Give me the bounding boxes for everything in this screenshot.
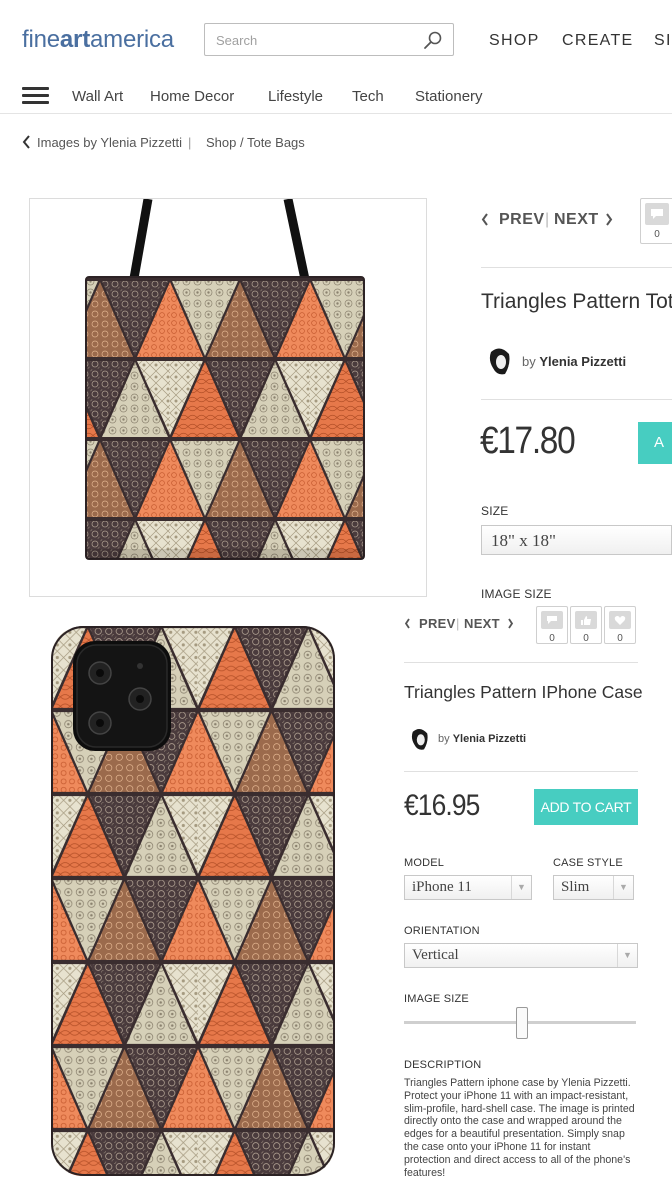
logo-part-america: america: [90, 26, 174, 53]
category-wall-art[interactable]: Wall Art: [72, 88, 123, 105]
chevron-left-icon[interactable]: [22, 135, 31, 149]
description-label: DESCRIPTION: [404, 1059, 482, 1071]
breadcrumb-back-link[interactable]: Images by Ylenia Pizzetti: [37, 135, 182, 150]
tote-price: €17.80: [480, 420, 576, 462]
tote-next-link[interactable]: NEXT: [554, 211, 599, 229]
tote-comment-button[interactable]: 0: [640, 198, 672, 244]
chevron-down-icon: ▼: [613, 876, 633, 899]
case-by-label: by: [438, 733, 450, 745]
case-artist-avatar[interactable]: [408, 727, 432, 751]
model-label: MODEL: [404, 857, 445, 869]
case-style-value: Slim: [561, 879, 590, 895]
case-artist-name[interactable]: Ylenia Pizzetti: [453, 733, 526, 745]
search-icon[interactable]: [423, 30, 443, 50]
comment-icon: [645, 203, 669, 225]
heart-icon: [609, 611, 631, 629]
breadcrumb-path[interactable]: Shop / Tote Bags: [206, 135, 305, 150]
tote-artist-name[interactable]: Ylenia Pizzetti: [539, 354, 626, 369]
category-lifestyle[interactable]: Lifestyle: [268, 88, 323, 105]
case-divider-mid: [404, 771, 638, 772]
description-text: Triangles Pattern iphone case by Ylenia …: [404, 1077, 635, 1179]
tote-by-label: by: [522, 354, 536, 369]
model-select[interactable]: iPhone 11 ▼: [404, 875, 532, 900]
tote-comment-count: 0: [654, 229, 660, 240]
orientation-select[interactable]: Vertical ▼: [404, 943, 638, 968]
tote-add-to-cart-button[interactable]: A: [638, 422, 672, 464]
case-comment-count: 0: [549, 633, 555, 644]
case-like-count: 0: [583, 633, 589, 644]
nav-shop[interactable]: SHOP: [489, 32, 540, 50]
tote-artist-byline[interactable]: by Ylenia Pizzetti: [522, 354, 626, 369]
tote-divider-mid: [481, 399, 672, 400]
case-title: Triangles Pattern IPhone Case: [404, 682, 643, 702]
thumbs-up-icon: [575, 611, 597, 629]
category-tech[interactable]: Tech: [352, 88, 384, 105]
tote-image-size-label: IMAGE SIZE: [481, 587, 552, 601]
tote-prev-next-separator: |: [545, 211, 550, 228]
orientation-label: ORIENTATION: [404, 925, 480, 937]
model-value: iPhone 11: [412, 879, 472, 895]
logo-part-art: art: [59, 26, 90, 53]
case-next-link[interactable]: NEXT: [464, 616, 500, 631]
category-stationery[interactable]: Stationery: [415, 88, 483, 105]
chevron-down-icon: ▼: [617, 944, 637, 967]
case-divider-top: [404, 662, 638, 663]
orientation-value: Vertical: [412, 947, 459, 963]
phone-case-image[interactable]: [51, 626, 335, 1176]
tote-bag-image: [85, 198, 365, 560]
case-artist-byline[interactable]: by Ylenia Pizzetti: [438, 733, 526, 745]
nav-sign-in[interactable]: SI: [654, 32, 672, 50]
tote-image-frame[interactable]: [29, 198, 427, 597]
header-divider: [0, 113, 672, 114]
artist-avatar[interactable]: [485, 346, 515, 376]
case-prev-chevron-icon[interactable]: [404, 618, 411, 629]
tote-prev-link[interactable]: PREV: [499, 211, 545, 229]
comment-icon: [541, 611, 563, 629]
case-favorite-count: 0: [617, 633, 623, 644]
case-prev-next-separator: |: [456, 616, 460, 631]
chevron-down-icon: ▼: [511, 876, 531, 899]
search-placeholder: Search: [216, 33, 258, 48]
tote-size-value: 18" x 18": [491, 531, 556, 550]
case-image-size-label: IMAGE SIZE: [404, 993, 469, 1005]
case-add-to-cart-button[interactable]: ADD TO CART: [534, 789, 638, 825]
tote-divider-top: [481, 267, 672, 268]
logo-part-fine: fine: [22, 26, 60, 53]
case-favorite-button[interactable]: 0: [604, 606, 636, 644]
case-next-chevron-icon[interactable]: [507, 618, 514, 629]
case-prev-link[interactable]: PREV: [419, 616, 456, 631]
case-price: €16.95: [404, 789, 480, 822]
case-style-select[interactable]: Slim ▼: [553, 875, 634, 900]
category-home-decor[interactable]: Home Decor: [150, 88, 234, 105]
case-style-label: CASE STYLE: [553, 857, 623, 869]
tote-title: Triangles Pattern Tote: [481, 290, 672, 313]
search-input[interactable]: Search: [204, 23, 454, 56]
tote-size-label: SIZE: [481, 504, 509, 518]
nav-create[interactable]: CREATE: [562, 32, 634, 50]
tote-prev-chevron-icon[interactable]: [481, 213, 489, 226]
image-size-slider-thumb[interactable]: [516, 1007, 528, 1039]
site-logo[interactable]: fineartamerica: [22, 26, 174, 54]
case-comment-button[interactable]: 0: [536, 606, 568, 644]
menu-icon[interactable]: [22, 87, 49, 108]
breadcrumb-separator: |: [188, 135, 192, 150]
case-like-button[interactable]: 0: [570, 606, 602, 644]
tote-next-chevron-icon[interactable]: [605, 213, 613, 226]
tote-size-select[interactable]: 18" x 18": [481, 525, 672, 555]
